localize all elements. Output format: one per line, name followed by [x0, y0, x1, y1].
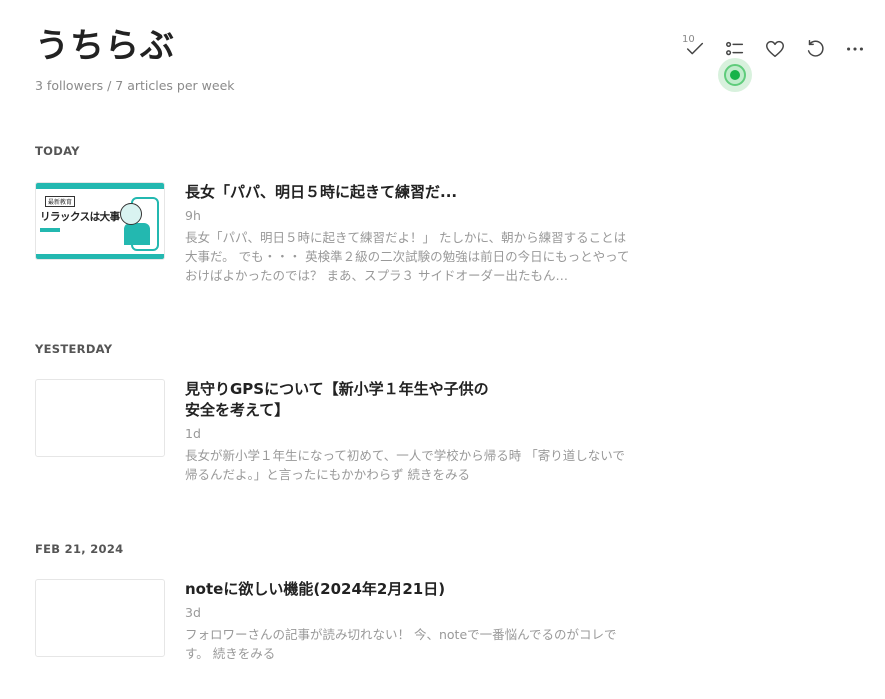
- more-options-button[interactable]: [842, 36, 868, 62]
- thumbnail-badge: 最新教育: [45, 196, 76, 207]
- section-label-yesterday: YESTERDAY: [35, 342, 113, 356]
- article-body: noteに欲しい機能(2024年2月21日) 3d フォロワーさんの記事が読み切…: [185, 579, 635, 663]
- mark-read-button[interactable]: [682, 36, 708, 62]
- like-button[interactable]: [762, 36, 788, 62]
- heart-icon: [766, 40, 784, 58]
- action-toolbar: [680, 36, 870, 66]
- section-label-today: TODAY: [35, 144, 80, 158]
- article-body: 見守りGPSについて【新小学１年生や子供の 安全を考えて】 1d 長女が新小学１…: [185, 379, 635, 484]
- thumbnail-top-bar: [36, 183, 164, 189]
- article-excerpt: 長女「パパ、明日５時に起きて練習だよ！」 たしかに、朝から練習することは大事だ。…: [185, 230, 630, 283]
- article-time: 3d: [185, 605, 201, 620]
- checkmark-icon: [686, 42, 704, 55]
- section-label-feb-21: FEB 21, 2024: [35, 542, 124, 556]
- recording-indicator-ring: [724, 64, 746, 86]
- article-title-line1: 見守りGPSについて【新小学１年生や子供の: [185, 380, 489, 398]
- article-time: 1d: [185, 426, 201, 441]
- article-title-line2: 安全を考えて】: [185, 401, 290, 419]
- article-thumbnail[interactable]: 最新教育 リラックスは大事: [35, 182, 165, 260]
- article-title[interactable]: 見守りGPSについて【新小学１年生や子供の 安全を考えて】: [185, 379, 635, 421]
- person-body-illustration: [124, 223, 150, 245]
- article-title[interactable]: 長女「パパ、明日５時に起きて練習だ...: [185, 182, 635, 203]
- list-icon: [726, 41, 744, 56]
- person-head-illustration: [120, 203, 142, 225]
- magazine-header: うちらぶ 3 followers / 7 articles per week: [35, 24, 235, 93]
- thumbnail-bottom-bar: [36, 254, 164, 259]
- page-title: うちらぶ: [35, 26, 175, 66]
- article-body: 長女「パパ、明日５時に起きて練習だ... 9h 長女「パパ、明日５時に起きて練習…: [185, 182, 635, 285]
- follower-stats: 3 followers / 7 articles per week: [35, 78, 235, 93]
- thumbnail-caption: リラックスは大事: [40, 211, 120, 223]
- refresh-icon: [807, 40, 824, 57]
- more-icon: [847, 47, 863, 51]
- article-thumbnail[interactable]: [35, 379, 165, 457]
- thumbnail-accent: [40, 228, 60, 232]
- article-excerpt: 長女が新小学１年生になって初めて、一人で学校から帰る時 「寄り道しないで帰るんだ…: [185, 448, 625, 482]
- article-time: 9h: [185, 208, 201, 223]
- article-title[interactable]: noteに欲しい機能(2024年2月21日): [185, 579, 635, 600]
- refresh-button[interactable]: [802, 36, 828, 62]
- article-thumbnail[interactable]: [35, 579, 165, 657]
- article-excerpt: フォロワーさんの記事が読み切れない！ 今、noteで一番悩んでるのがコレです。 …: [185, 627, 617, 661]
- recording-indicator: [718, 58, 752, 92]
- recording-indicator-core: [730, 70, 740, 80]
